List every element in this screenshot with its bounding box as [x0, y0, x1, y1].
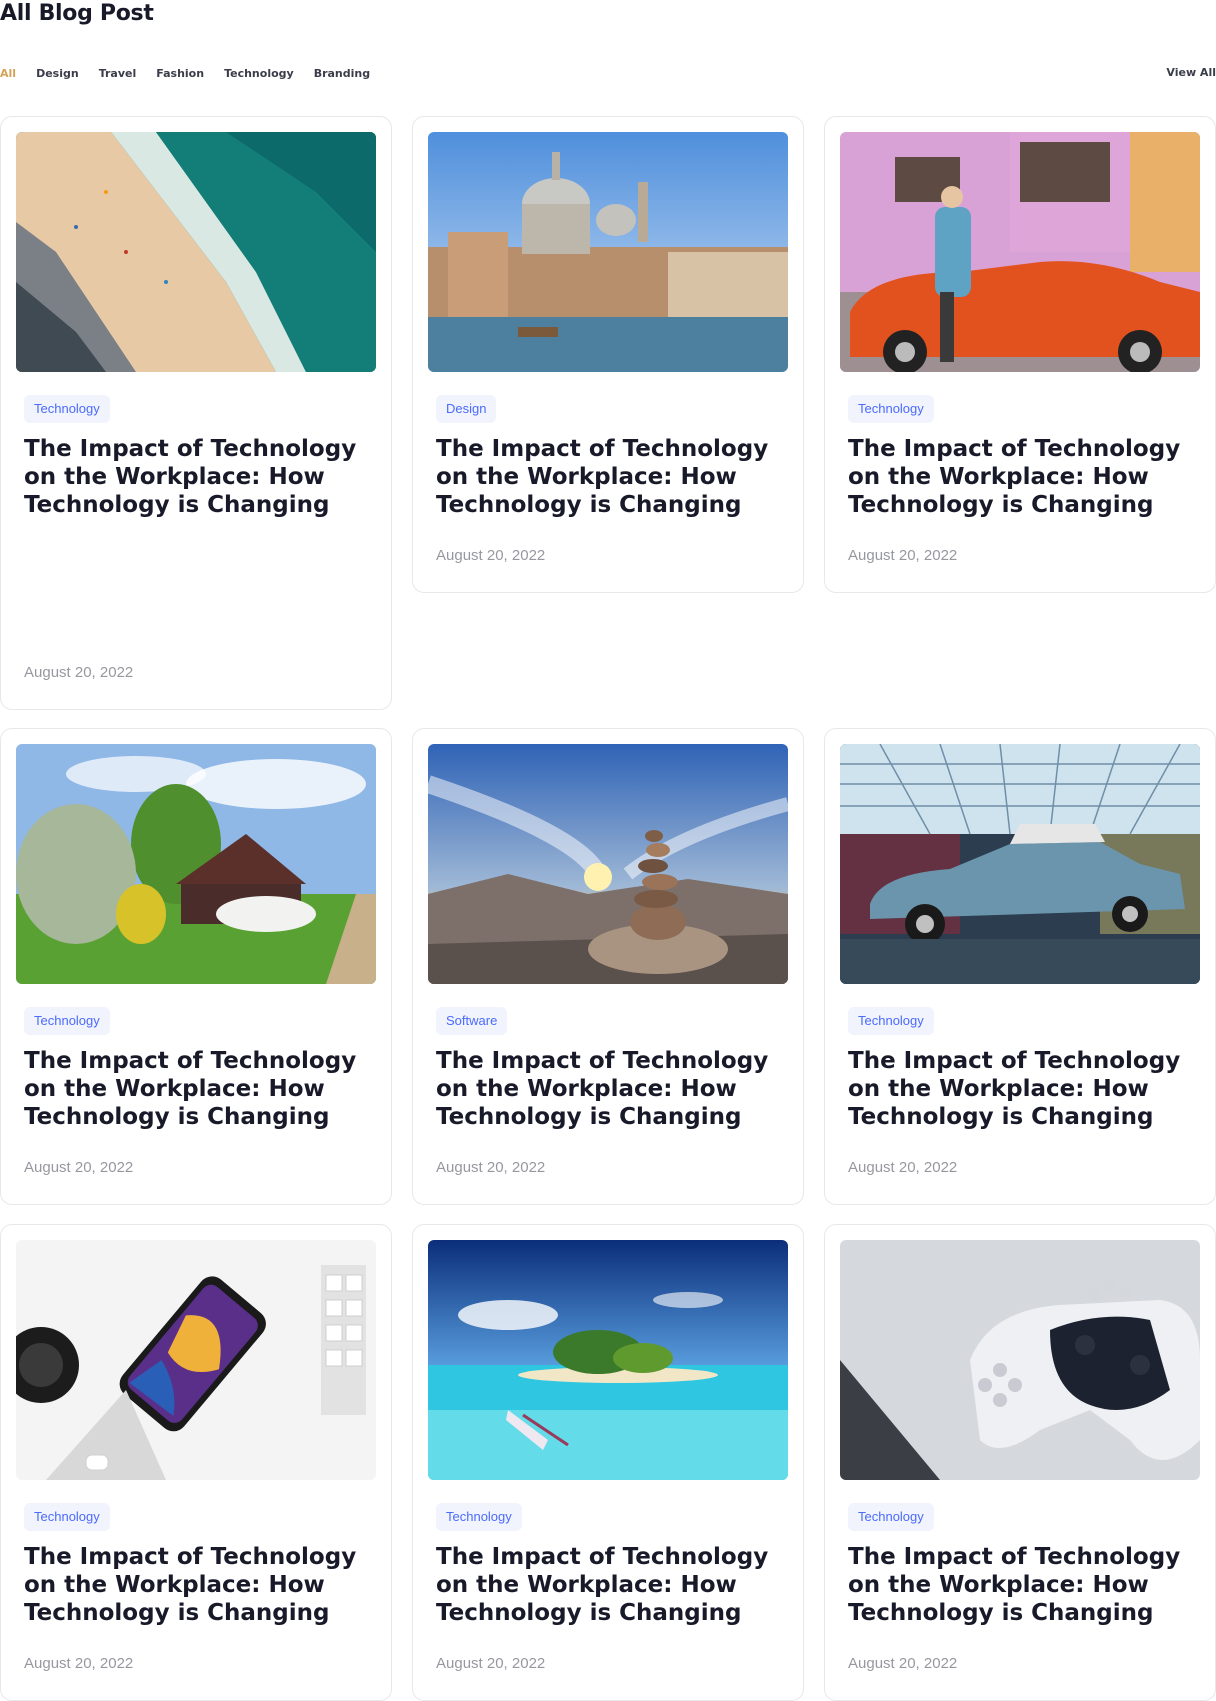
post-title[interactable]: The Impact of Technology on the Workplac…	[24, 1047, 369, 1131]
category-badge[interactable]: Technology	[24, 1007, 110, 1035]
category-badge[interactable]: Technology	[848, 1007, 934, 1035]
smartphone-desk-image[interactable]	[16, 1240, 376, 1480]
post-title[interactable]: The Impact of Technology on the Workplac…	[24, 435, 369, 519]
page-title: All Blog Post	[0, 1, 154, 26]
post-title[interactable]: The Impact of Technology on the Workplac…	[436, 1047, 781, 1131]
category-badge[interactable]: Technology	[848, 395, 934, 423]
post-title[interactable]: The Impact of Technology on the Workplac…	[848, 1543, 1193, 1627]
vintage-blue-car-image[interactable]	[840, 744, 1200, 984]
category-badge[interactable]: Technology	[436, 1503, 522, 1531]
post-title[interactable]: The Impact of Technology on the Workplac…	[848, 1047, 1193, 1131]
post-title[interactable]: The Impact of Technology on the Workplac…	[436, 1543, 781, 1627]
category-badge[interactable]: Software	[436, 1007, 508, 1035]
stone-cairn-sunset-image[interactable]	[428, 744, 788, 984]
blog-card[interactable]: Technology The Impact of Technology on t…	[0, 728, 392, 1205]
game-controller-image[interactable]	[840, 1240, 1200, 1480]
tropical-island-image[interactable]	[428, 1240, 788, 1480]
filter-technology[interactable]: Technology	[224, 67, 294, 80]
blog-card[interactable]: Technology The Impact of Technology on t…	[0, 1224, 392, 1701]
blog-card[interactable]: Software The Impact of Technology on the…	[412, 728, 804, 1205]
category-badge[interactable]: Technology	[24, 1503, 110, 1531]
post-title[interactable]: The Impact of Technology on the Workplac…	[848, 435, 1193, 519]
filter-design[interactable]: Design	[36, 67, 79, 80]
view-all-link[interactable]: View All	[1166, 63, 1216, 83]
post-date: August 20, 2022	[848, 1159, 958, 1176]
post-date: August 20, 2022	[24, 1655, 134, 1672]
post-date: August 20, 2022	[24, 1159, 134, 1176]
blog-card[interactable]: Technology The Impact of Technology on t…	[824, 116, 1216, 593]
woman-orange-car-image[interactable]	[840, 132, 1200, 372]
post-date: August 20, 2022	[24, 664, 134, 681]
category-filter-bar: All Design Travel Fashion Technology Bra…	[0, 63, 370, 83]
filter-fashion[interactable]: Fashion	[156, 67, 204, 80]
venice-canal-image[interactable]	[428, 132, 788, 372]
post-title[interactable]: The Impact of Technology on the Workplac…	[24, 1543, 369, 1627]
cottage-meadow-image[interactable]	[16, 744, 376, 984]
beach-aerial-image[interactable]	[16, 132, 376, 372]
filter-travel[interactable]: Travel	[99, 67, 137, 80]
blog-card[interactable]: Design The Impact of Technology on the W…	[412, 116, 804, 593]
post-date: August 20, 2022	[436, 1655, 546, 1672]
post-date: August 20, 2022	[848, 547, 958, 564]
category-badge[interactable]: Technology	[848, 1503, 934, 1531]
post-date: August 20, 2022	[436, 1159, 546, 1176]
category-badge[interactable]: Technology	[24, 395, 110, 423]
post-title[interactable]: The Impact of Technology on the Workplac…	[436, 435, 781, 519]
blog-card[interactable]: Technology The Impact of Technology on t…	[824, 1224, 1216, 1701]
blog-card[interactable]: Technology The Impact of Technology on t…	[0, 116, 392, 710]
blog-card[interactable]: Technology The Impact of Technology on t…	[412, 1224, 804, 1701]
post-date: August 20, 2022	[436, 547, 546, 564]
category-badge[interactable]: Design	[436, 395, 497, 423]
post-date: August 20, 2022	[848, 1655, 958, 1672]
blog-card[interactable]: Technology The Impact of Technology on t…	[824, 728, 1216, 1205]
filter-all[interactable]: All	[0, 67, 16, 80]
filter-branding[interactable]: Branding	[314, 67, 370, 80]
